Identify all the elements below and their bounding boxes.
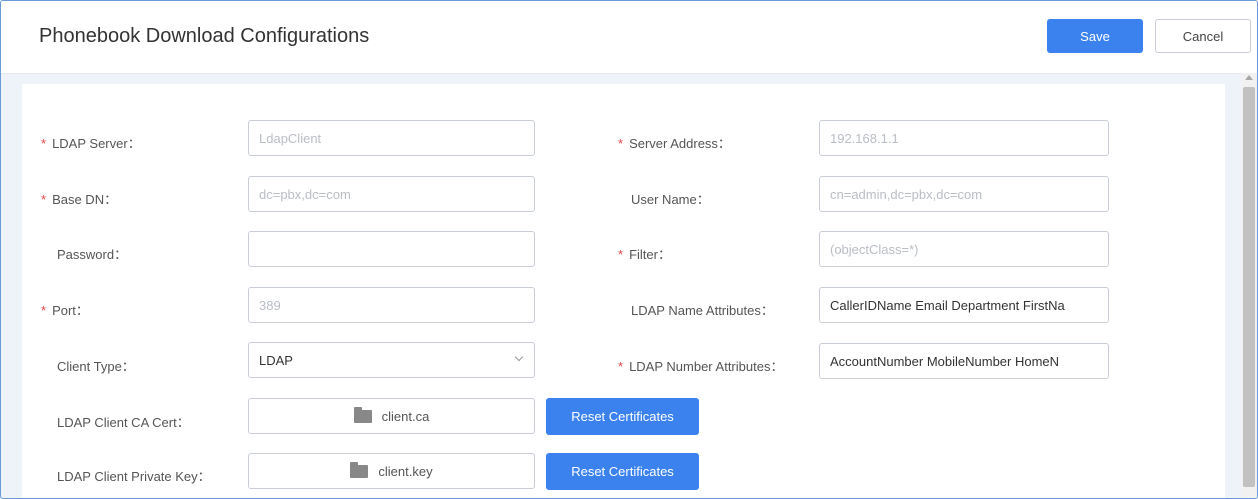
- page-title: Phonebook Download Configurations: [39, 25, 370, 47]
- required-marker: *: [41, 303, 47, 318]
- required-marker: *: [41, 192, 47, 207]
- dialog-frame: Phonebook Download Configurations Save C…: [0, 0, 1258, 499]
- filter-label: * Filter：: [618, 247, 671, 262]
- base-dn-label: * Base DN：: [41, 192, 118, 207]
- form-panel: *LDAP Server： *Server Address： *Base DN：…: [22, 84, 1225, 498]
- reset-ca-cert-button[interactable]: Reset Certificates: [546, 398, 699, 435]
- private-key-label: LDAP Client Private Key：: [57, 469, 211, 484]
- required-marker: *: [618, 359, 624, 374]
- user-name-label: User Name：: [631, 192, 710, 207]
- port-label: * Port：: [41, 303, 89, 318]
- required-marker: *: [41, 136, 47, 151]
- reset-private-key-button[interactable]: Reset Certificates: [546, 453, 699, 490]
- port-input[interactable]: [248, 287, 535, 323]
- private-key-filename: client.key: [378, 464, 433, 479]
- filter-input[interactable]: [819, 231, 1109, 267]
- private-key-file-picker[interactable]: client.key: [248, 453, 535, 489]
- client-type-label: Client Type：: [57, 359, 135, 374]
- save-button[interactable]: Save: [1047, 19, 1143, 53]
- ca-cert-file-picker[interactable]: client.ca: [248, 398, 535, 434]
- ldap-server-label: * LDAP Server：: [41, 136, 141, 151]
- required-marker: *: [618, 136, 624, 151]
- ldap-number-attributes-label: * LDAP Number Attributes：: [618, 359, 784, 374]
- vertical-scrollbar[interactable]: [1241, 73, 1257, 498]
- dialog-header: Phonebook Download Configurations Save C…: [1, 1, 1257, 74]
- folder-icon: [350, 462, 369, 478]
- base-dn-input[interactable]: [248, 176, 535, 212]
- ca-cert-filename: client.ca: [381, 409, 430, 424]
- ldap-number-attributes-input[interactable]: [819, 343, 1109, 379]
- client-type-value: LDAP: [259, 353, 293, 368]
- cancel-button[interactable]: Cancel: [1155, 19, 1251, 53]
- ldap-name-attributes-label: LDAP Name Attributes：: [631, 303, 774, 318]
- folder-icon: [353, 407, 372, 423]
- ca-cert-label: LDAP Client CA Cert：: [57, 415, 190, 430]
- scroll-up-arrow-icon[interactable]: [1245, 75, 1253, 80]
- user-name-input[interactable]: [819, 176, 1109, 212]
- scrollbar-thumb[interactable]: [1243, 87, 1255, 487]
- server-address-label: * Server Address：: [618, 136, 731, 151]
- ldap-name-attributes-input[interactable]: [819, 287, 1109, 323]
- password-input[interactable]: [248, 231, 535, 267]
- required-marker: *: [618, 247, 624, 262]
- ldap-server-input[interactable]: [248, 120, 535, 156]
- client-type-select[interactable]: LDAP: [248, 342, 535, 378]
- chevron-down-icon: [514, 352, 524, 362]
- password-label: Password：: [57, 247, 128, 262]
- server-address-input[interactable]: [819, 120, 1109, 156]
